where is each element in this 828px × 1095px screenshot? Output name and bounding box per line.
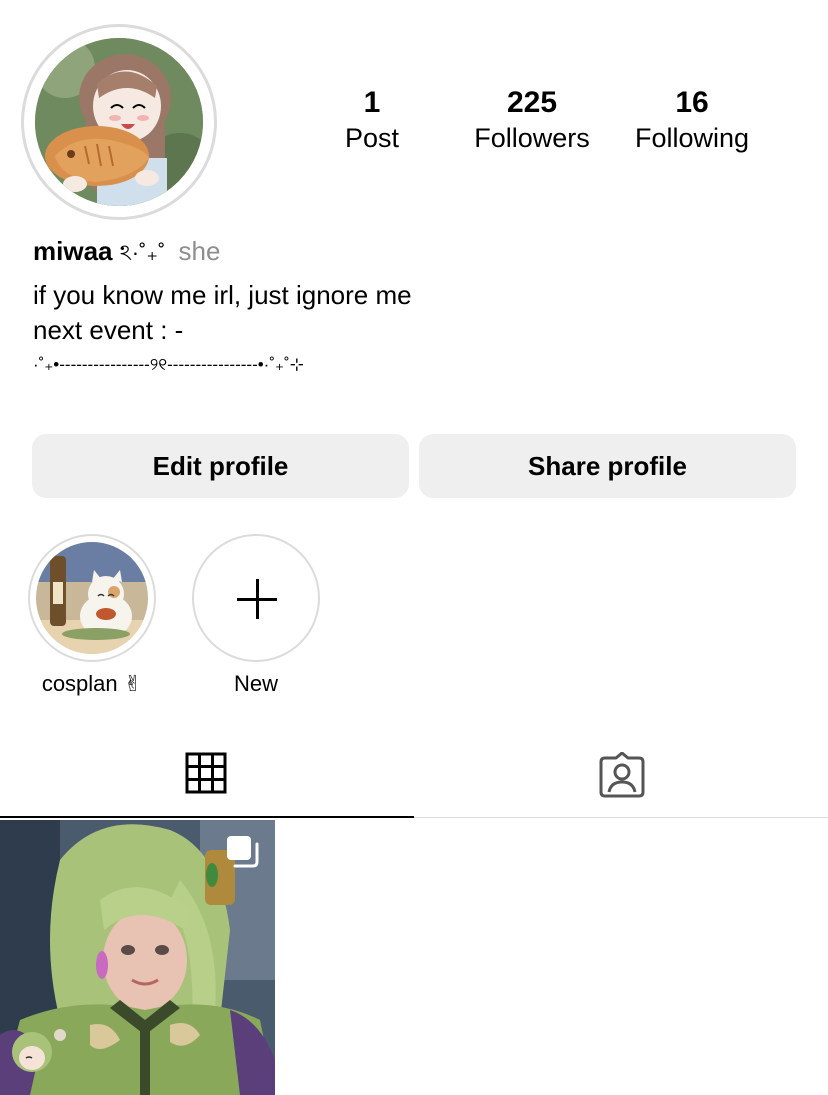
tab-posts-grid[interactable] <box>0 730 414 818</box>
highlight-cosplan[interactable]: cosplan ✌︎ <box>28 534 156 698</box>
following-label: Following <box>634 123 750 153</box>
new-highlight[interactable]: New <box>192 534 320 698</box>
avatar-illustration <box>35 38 203 206</box>
followers-count: 225 <box>506 86 558 119</box>
bio-line-1: if you know me irl, just ignore me <box>33 280 412 310</box>
posts-count: 1 <box>363 86 381 119</box>
following-stat[interactable]: 16 Following <box>612 86 772 156</box>
highlight-ring[interactable] <box>28 534 156 662</box>
new-highlight-label: New <box>233 671 278 696</box>
multi-image-icon <box>227 836 259 868</box>
share-profile-button[interactable]: Share profile <box>419 434 796 498</box>
tagged-icon <box>599 752 645 798</box>
highlight-cover <box>36 542 148 654</box>
grid-icon <box>185 752 227 794</box>
name-decoration: ঽ·˚₊˚ <box>119 240 166 265</box>
new-highlight-ring[interactable] <box>192 534 320 662</box>
profile-page: 1 Post 225 Followers 16 Following miwaa … <box>0 0 828 1095</box>
username: miwaa <box>33 236 113 266</box>
pronouns: she <box>178 236 221 266</box>
posts-label: Post <box>344 123 400 153</box>
highlight-cover-image <box>36 542 148 654</box>
following-count: 16 <box>675 86 709 119</box>
posts-stat[interactable]: 1 Post <box>292 86 452 156</box>
profile-name-line: miwaa ঽ·˚₊˚ she <box>33 234 220 270</box>
profile-avatar[interactable] <box>35 38 203 206</box>
followers-label: Followers <box>474 123 590 153</box>
tab-tagged[interactable] <box>414 730 828 818</box>
post-thumbnail[interactable] <box>0 820 275 1095</box>
profile-avatar-ring[interactable] <box>21 24 217 220</box>
edit-profile-button[interactable]: Edit profile <box>32 434 409 498</box>
bio-line-2: next event : - <box>33 315 184 345</box>
highlight-label: cosplan ✌︎ <box>41 671 143 696</box>
followers-stat[interactable]: 225 Followers <box>452 86 612 156</box>
bio-line-3: ·˚₊•----------------୨୧----------------•·… <box>33 355 304 374</box>
